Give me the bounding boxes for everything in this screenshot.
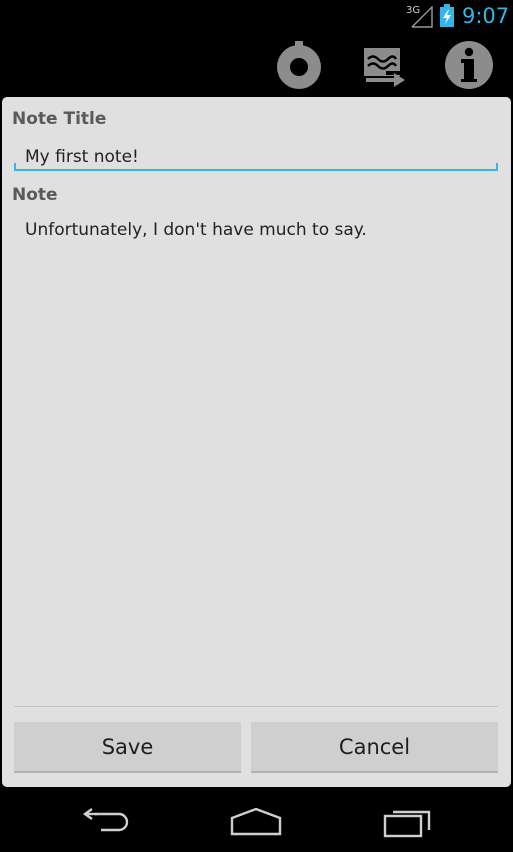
title-input-underline bbox=[14, 169, 498, 171]
navigation-bar bbox=[0, 792, 513, 852]
battery-charging-icon bbox=[440, 4, 454, 27]
note-body-input[interactable]: Unfortunately, I don't have much to say. bbox=[14, 219, 498, 699]
note-input-underline bbox=[14, 706, 498, 707]
info-icon[interactable] bbox=[443, 39, 495, 91]
signal-icon bbox=[411, 6, 433, 28]
underline-left-tick bbox=[14, 163, 16, 171]
action-bar bbox=[0, 33, 513, 95]
note-title-label: Note Title bbox=[12, 109, 107, 129]
home-icon[interactable] bbox=[226, 804, 286, 840]
note-label: Note bbox=[12, 185, 58, 205]
back-icon[interactable] bbox=[77, 804, 137, 840]
cancel-button[interactable]: Cancel bbox=[251, 722, 498, 773]
revert-icon[interactable] bbox=[273, 39, 325, 91]
underline-right-tick bbox=[496, 163, 498, 171]
status-bar: 3G 9:07 bbox=[0, 0, 513, 33]
clock: 9:07 bbox=[462, 4, 510, 28]
recent-apps-icon[interactable] bbox=[377, 804, 437, 840]
note-editor-dialog: Note Title Note Unfortunately, I don't h… bbox=[2, 97, 511, 787]
export-icon[interactable] bbox=[358, 39, 410, 91]
save-button[interactable]: Save bbox=[14, 722, 241, 773]
